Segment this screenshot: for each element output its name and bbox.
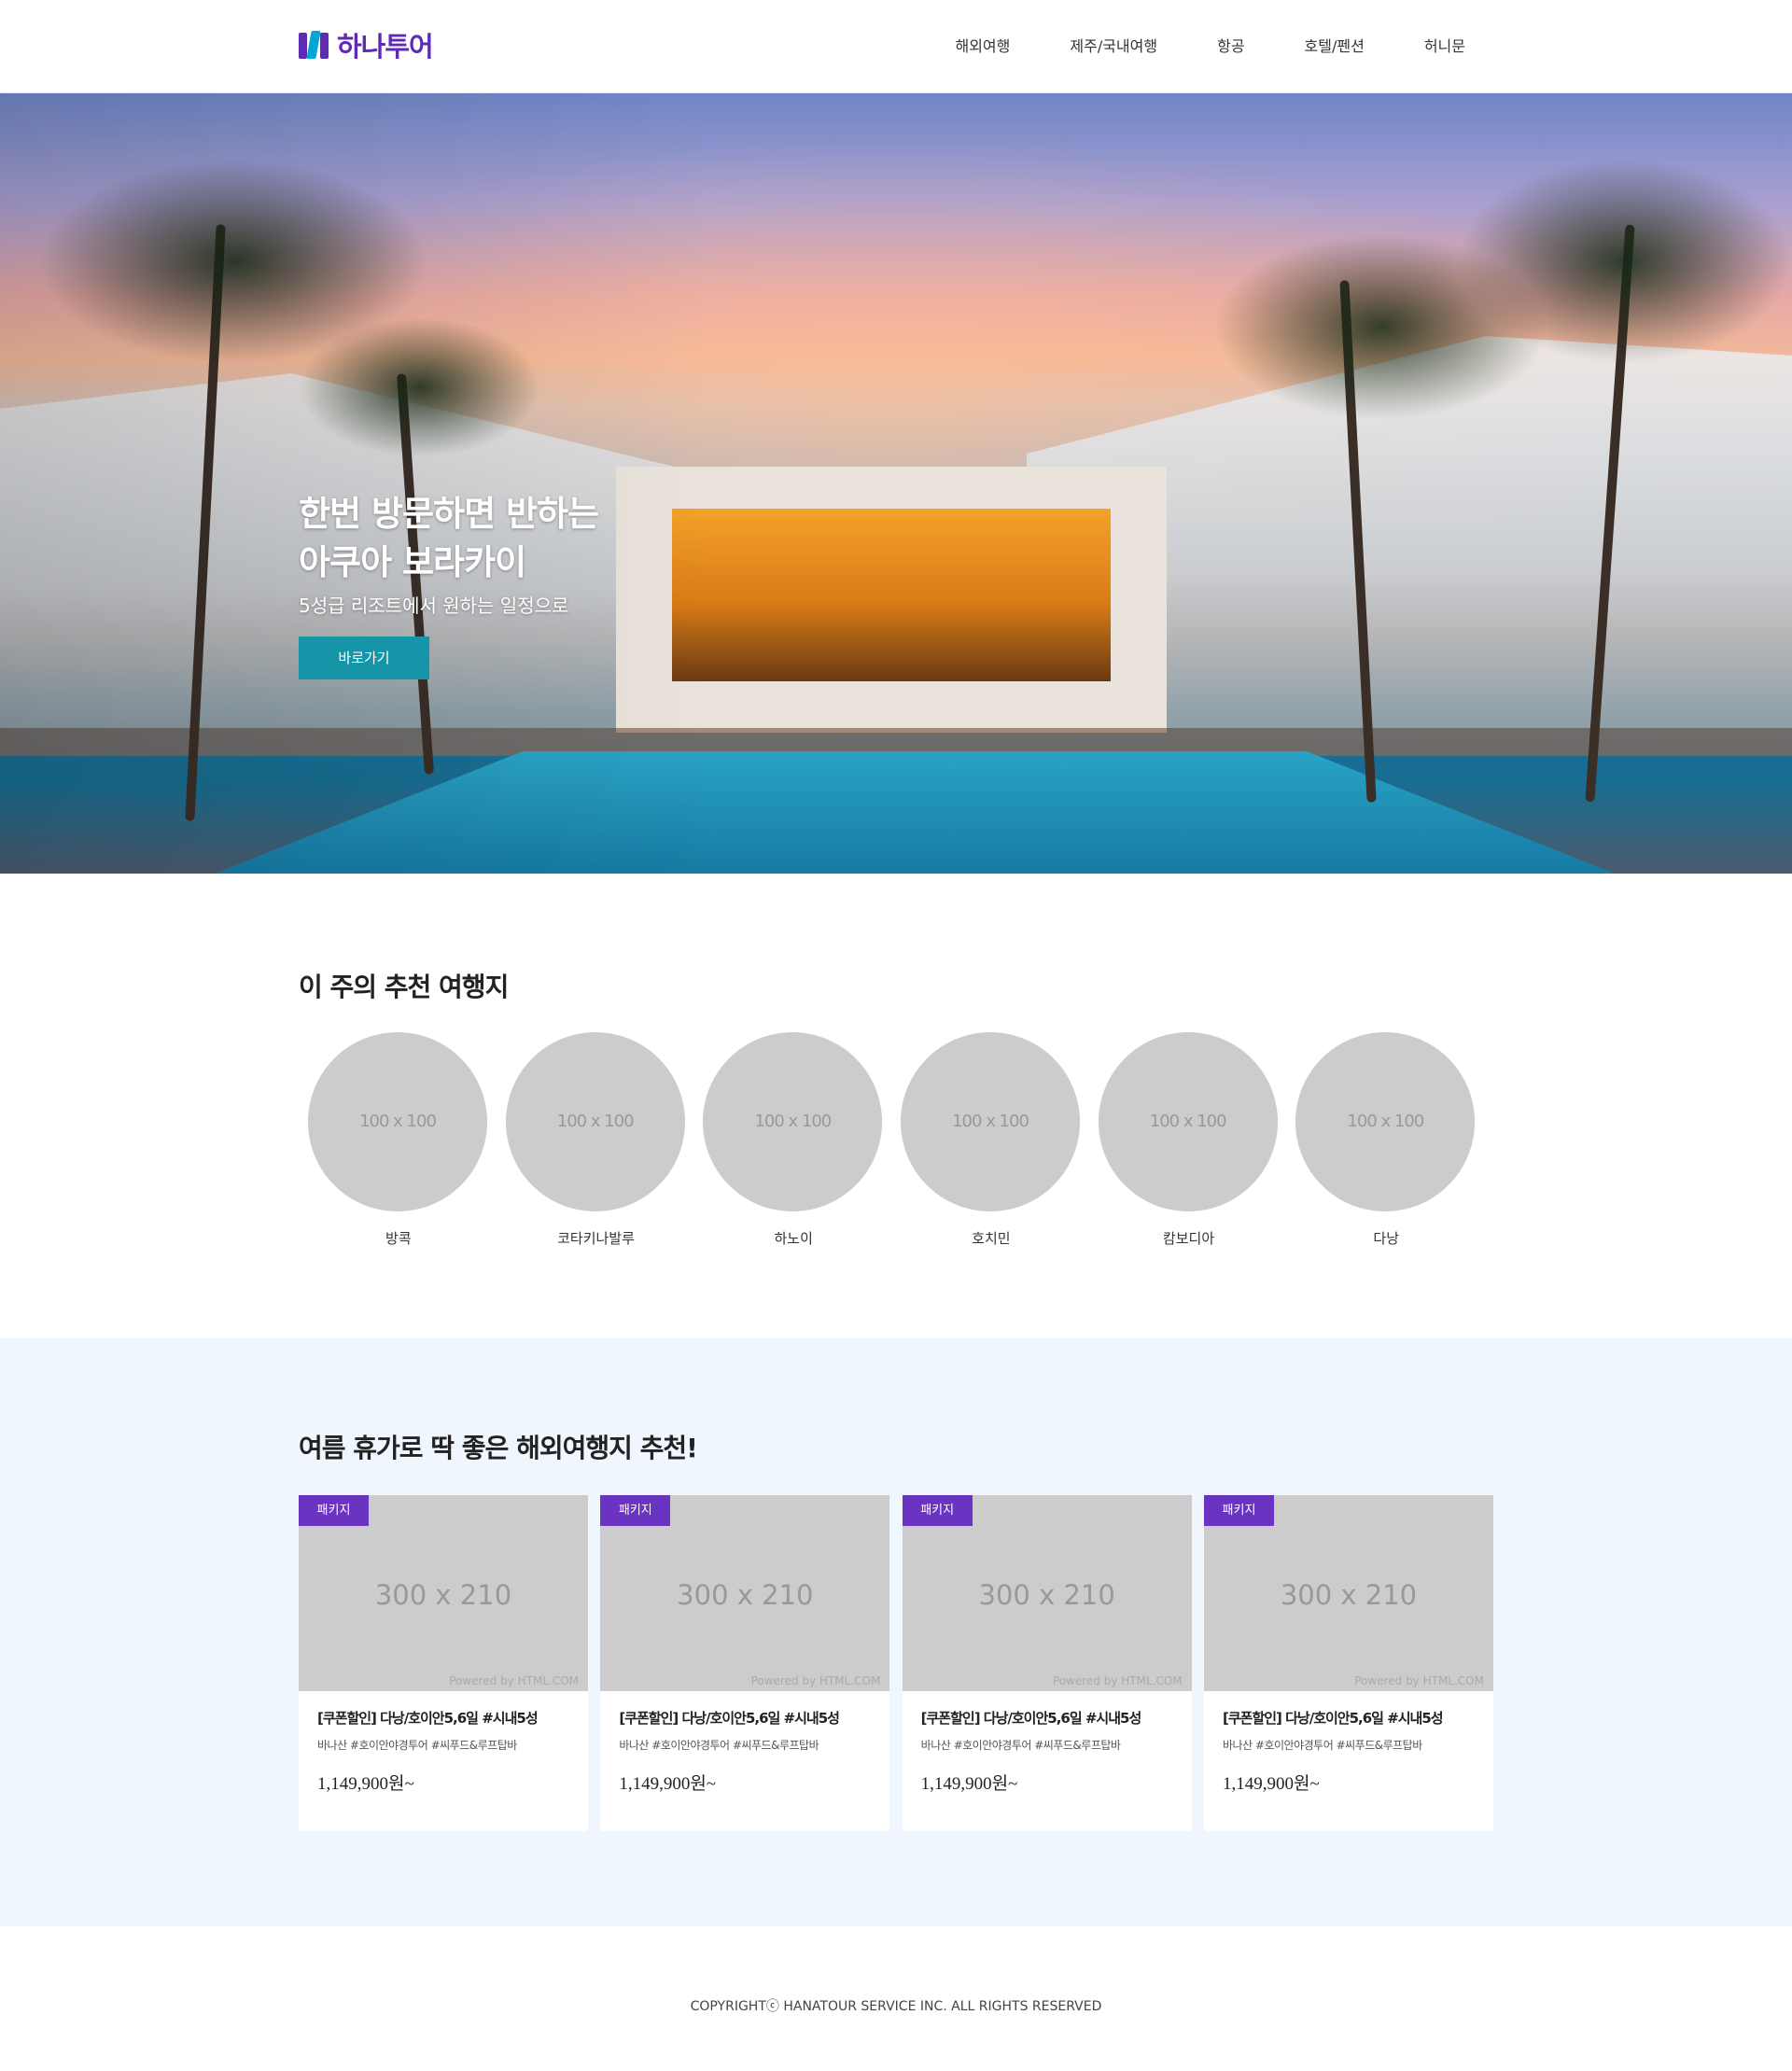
placeholder-size-text: 300 x 210 [374,1579,512,1611]
package-inner: 여름 휴가로 딱 좋은 해외여행지 추천! 패키지 300 x 210 Powe… [299,1338,1493,1831]
hero-subtitle: 5성급 리조트에서 원하는 일정으로 [299,595,569,617]
destination-item[interactable]: 100 x 100 코타키나발루 [505,1032,704,1248]
package-image-placeholder[interactable]: 패키지 300 x 210 Powered by HTML.COM [600,1495,890,1691]
site-footer: COPYRIGHTⓒ HANATOUR SERVICE INC. ALL RIG… [0,1926,1792,2071]
copyright-text: COPYRIGHTⓒ HANATOUR SERVICE INC. ALL RIG… [690,1999,1102,2014]
hero-overlay [0,93,1792,874]
nav-item-hotel[interactable]: 호텔/펜션 [1305,34,1365,56]
nav-item-flight[interactable]: 항공 [1217,34,1244,56]
package-title[interactable]: [쿠폰할인] 다낭/호이안5,6일 #시내5성 [921,1708,1173,1728]
package-title[interactable]: [쿠폰할인] 다낭/호이안5,6일 #시내5성 [1223,1708,1475,1728]
site-header: 하나투어 해외여행 제주/국내여행 항공 호텔/펜션 허니문 [0,0,1792,93]
summer-package-section: 여름 휴가로 딱 좋은 해외여행지 추천! 패키지 300 x 210 Powe… [0,1338,1792,1926]
destination-list: 100 x 100 방콕 100 x 100 코타키나발루 100 x 100 … [299,1032,1493,1248]
nav-item-honeymoon[interactable]: 허니문 [1424,34,1465,56]
package-card[interactable]: 패키지 300 x 210 Powered by HTML.COM [쿠폰할인]… [600,1495,890,1831]
package-image-placeholder[interactable]: 패키지 300 x 210 Powered by HTML.COM [299,1495,588,1691]
package-card-list: 패키지 300 x 210 Powered by HTML.COM [쿠폰할인]… [299,1495,1493,1831]
destination-image-placeholder[interactable]: 100 x 100 [1295,1032,1476,1211]
package-description: 바나산 #호이안야경투어 #씨푸드&루프탑바 [920,1739,1121,1752]
package-description: 바나산 #호이안야경투어 #씨푸드&루프탑바 [1222,1739,1422,1752]
placeholder-credit-text: Powered by HTML.COM [750,1674,881,1687]
package-card[interactable]: 패키지 300 x 210 Powered by HTML.COM [쿠폰할인]… [902,1495,1192,1831]
placeholder-credit-text: Powered by HTML.COM [1052,1674,1183,1687]
destination-label[interactable]: 방콕 [291,1228,506,1248]
logo-text: 하나투어 [337,31,434,63]
package-price: 1,149,900원~ [619,1774,717,1794]
package-card-body: [쿠폰할인] 다낭/호이안5,6일 #시내5성 바나산 #호이안야경투어 #씨푸… [299,1691,588,1812]
placeholder-size-text: 300 x 210 [978,1579,1115,1611]
package-tag-badge: 패키지 [1203,1495,1274,1526]
hero-banner: 한번 방문하면 반하는 아쿠아 보라카이 5성급 리조트에서 원하는 일정으로 … [0,93,1792,874]
hero-title: 한번 방문하면 반하는 아쿠아 보라카이 [299,490,599,587]
package-image-placeholder[interactable]: 패키지 300 x 210 Powered by HTML.COM [1203,1495,1493,1691]
destination-item[interactable]: 100 x 100 하노이 [703,1032,901,1248]
package-description: 바나산 #호이안야경투어 #씨푸드&루프탑바 [619,1739,819,1752]
main-nav: 해외여행 제주/국내여행 항공 호텔/펜션 허니문 [895,34,1465,56]
package-card-body: [쿠폰할인] 다낭/호이안5,6일 #시내5성 바나산 #호이안야경투어 #씨푸… [1204,1691,1493,1812]
destination-image-placeholder[interactable]: 100 x 100 [1098,1032,1278,1211]
placeholder-size-text: 300 x 210 [677,1579,814,1611]
destination-label[interactable]: 다낭 [1279,1228,1493,1248]
package-tag-badge: 패키지 [600,1495,671,1526]
weekly-recommend-section: 이 주의 추천 여행지 100 x 100 방콕 100 x 100 코타키나발… [299,874,1493,1338]
destination-item[interactable]: 100 x 100 캄보디아 [1098,1032,1296,1248]
package-card-body: [쿠폰할인] 다낭/호이안5,6일 #시내5성 바나산 #호이안야경투어 #씨푸… [903,1691,1192,1812]
go-button[interactable]: 바로가기 [299,637,429,679]
hero-title-line1: 한번 방문하면 반하는 [299,494,599,534]
destination-label[interactable]: 코타키나발루 [489,1228,704,1248]
hero-text-block: 한번 방문하면 반하는 아쿠아 보라카이 5성급 리조트에서 원하는 일정으로 … [299,490,599,679]
package-description: 바나산 #호이안야경투어 #씨푸드&루프탑바 [317,1739,517,1752]
destination-label[interactable]: 호치민 [884,1228,1099,1248]
package-card-body: [쿠폰할인] 다낭/호이안5,6일 #시내5성 바나산 #호이안야경투어 #씨푸… [600,1691,889,1812]
package-image-placeholder[interactable]: 패키지 300 x 210 Powered by HTML.COM [902,1495,1192,1691]
destination-image-placeholder[interactable]: 100 x 100 [308,1032,487,1211]
package-card[interactable]: 패키지 300 x 210 Powered by HTML.COM [쿠폰할인]… [299,1495,588,1831]
package-card[interactable]: 패키지 300 x 210 Powered by HTML.COM [쿠폰할인]… [1203,1495,1493,1831]
logo[interactable]: 하나투어 [299,26,434,63]
package-price: 1,149,900원~ [1222,1774,1320,1794]
destination-image-placeholder[interactable]: 100 x 100 [703,1032,883,1211]
nav-item-overseas[interactable]: 해외여행 [955,34,1010,56]
destination-label[interactable]: 하노이 [686,1228,901,1248]
section-title: 이 주의 추천 여행지 [299,972,509,1002]
destination-image-placeholder[interactable]: 100 x 100 [505,1032,685,1211]
package-tag-badge: 패키지 [299,1495,369,1526]
nav-item-domestic[interactable]: 제주/국내여행 [1070,34,1157,56]
destination-item[interactable]: 100 x 100 방콕 [308,1032,506,1248]
destination-image-placeholder[interactable]: 100 x 100 [901,1032,1081,1211]
destination-item[interactable]: 100 x 100 다낭 [1295,1032,1493,1248]
hero-title-line2: 아쿠아 보라카이 [299,542,526,582]
placeholder-credit-text: Powered by HTML.COM [449,1674,579,1687]
placeholder-size-text: 300 x 210 [1280,1579,1418,1611]
placeholder-credit-text: Powered by HTML.COM [1354,1674,1484,1687]
package-title[interactable]: [쿠폰할인] 다낭/호이안5,6일 #시내5성 [619,1708,871,1728]
logo-mark-icon [299,31,330,59]
package-tag-badge: 패키지 [902,1495,973,1526]
header-inner: 하나투어 해외여행 제주/국내여행 항공 호텔/펜션 허니문 [299,0,1493,93]
package-price: 1,149,900원~ [920,1774,1018,1794]
section-title: 여름 휴가로 딱 좋은 해외여행지 추천! [299,1433,698,1463]
package-title[interactable]: [쿠폰할인] 다낭/호이안5,6일 #시내5성 [317,1708,569,1728]
destination-label[interactable]: 캄보디아 [1082,1228,1296,1248]
package-price: 1,149,900원~ [317,1774,414,1794]
destination-item[interactable]: 100 x 100 호치민 [901,1032,1099,1248]
